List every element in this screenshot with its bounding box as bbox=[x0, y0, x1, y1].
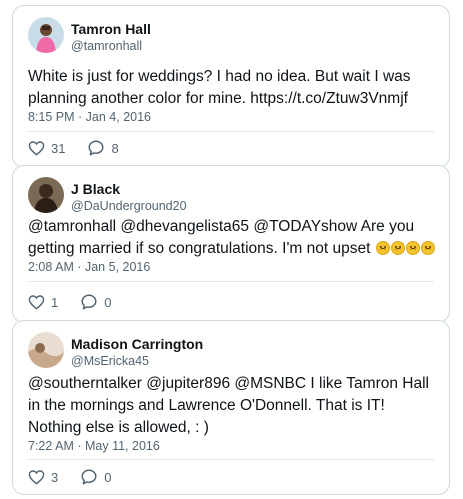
confounded-face-icon bbox=[375, 241, 390, 255]
tweet-date: Jan 5, 2016 bbox=[84, 260, 151, 274]
author-name[interactable]: Madison Carrington bbox=[71, 336, 203, 352]
author-name[interactable]: J Black bbox=[71, 181, 120, 197]
heart-icon bbox=[28, 141, 45, 156]
confounded-face-icon bbox=[405, 241, 420, 255]
like-count: 3 bbox=[51, 469, 59, 485]
tweet-text: @tamronhall @dhevangelista65 @TODAYshow … bbox=[28, 216, 435, 260]
reply-button[interactable]: 0 bbox=[80, 293, 111, 311]
heart-icon bbox=[28, 470, 45, 485]
tweet-text: @southerntalker @jupiter896 @MSNBC I lik… bbox=[28, 375, 429, 436]
speech-bubble-icon bbox=[88, 140, 104, 156]
tweet-card[interactable]: Tamron Hall @tamronhall White is just fo… bbox=[12, 5, 450, 168]
meta-separator: · bbox=[73, 439, 85, 453]
like-count: 1 bbox=[51, 294, 59, 310]
reply-button[interactable]: 8 bbox=[87, 139, 119, 157]
like-button[interactable]: 1 bbox=[28, 294, 58, 310]
tweet-timestamp[interactable]: 8:15 PM · Jan 4, 2016 bbox=[28, 110, 151, 124]
divider bbox=[28, 281, 434, 282]
speech-bubble-icon bbox=[81, 294, 97, 310]
divider bbox=[28, 131, 434, 132]
tweet-actions: 1 0 bbox=[28, 291, 133, 313]
reply-button[interactable]: 0 bbox=[80, 468, 111, 486]
like-count: 31 bbox=[51, 140, 66, 156]
author-name[interactable]: Tamron Hall bbox=[71, 21, 151, 37]
tweet-timestamp[interactable]: 7:22 AM · May 11, 2016 bbox=[28, 439, 160, 453]
author-handle[interactable]: @DaUnderground20 bbox=[71, 199, 187, 213]
tweet-actions: 3 0 bbox=[28, 466, 133, 488]
tweet-date: May 11, 2016 bbox=[84, 439, 160, 453]
reply-count: 8 bbox=[111, 140, 119, 156]
author-handle[interactable]: @tamronhall bbox=[71, 39, 142, 53]
tweet-text: White is just for weddings? I had no ide… bbox=[28, 68, 411, 107]
divider bbox=[28, 459, 434, 460]
tweet-timestamp[interactable]: 2:08 AM · Jan 5, 2016 bbox=[28, 260, 150, 274]
meta-separator: · bbox=[74, 110, 86, 124]
tweet-text-body: @tamronhall @dhevangelista65 @TODAYshow … bbox=[28, 218, 415, 257]
tweet-time: 8:15 PM bbox=[28, 110, 75, 124]
tweet-time: 2:08 AM bbox=[28, 260, 74, 274]
like-button[interactable]: 31 bbox=[28, 140, 65, 156]
confounded-face-icon bbox=[420, 241, 435, 255]
tweet-date: Jan 4, 2016 bbox=[85, 110, 152, 124]
like-button[interactable]: 3 bbox=[28, 469, 58, 485]
avatar[interactable] bbox=[28, 332, 64, 368]
speech-bubble-icon bbox=[81, 469, 97, 485]
avatar[interactable] bbox=[28, 177, 64, 213]
author-handle[interactable]: @MsEricka45 bbox=[71, 354, 149, 368]
avatar[interactable] bbox=[28, 17, 64, 53]
tweet-card[interactable]: Madison Carrington @MsEricka45 @southern… bbox=[12, 320, 450, 495]
reply-count: 0 bbox=[104, 294, 112, 310]
confounded-face-icon bbox=[390, 241, 405, 255]
tweet-card[interactable]: J Black @DaUnderground20 @tamronhall @dh… bbox=[12, 165, 450, 323]
tweet-time: 7:22 AM bbox=[28, 439, 74, 453]
meta-separator: · bbox=[73, 260, 85, 274]
tweet-actions: 31 8 bbox=[28, 137, 141, 159]
heart-icon bbox=[28, 295, 45, 310]
reply-count: 0 bbox=[104, 469, 112, 485]
